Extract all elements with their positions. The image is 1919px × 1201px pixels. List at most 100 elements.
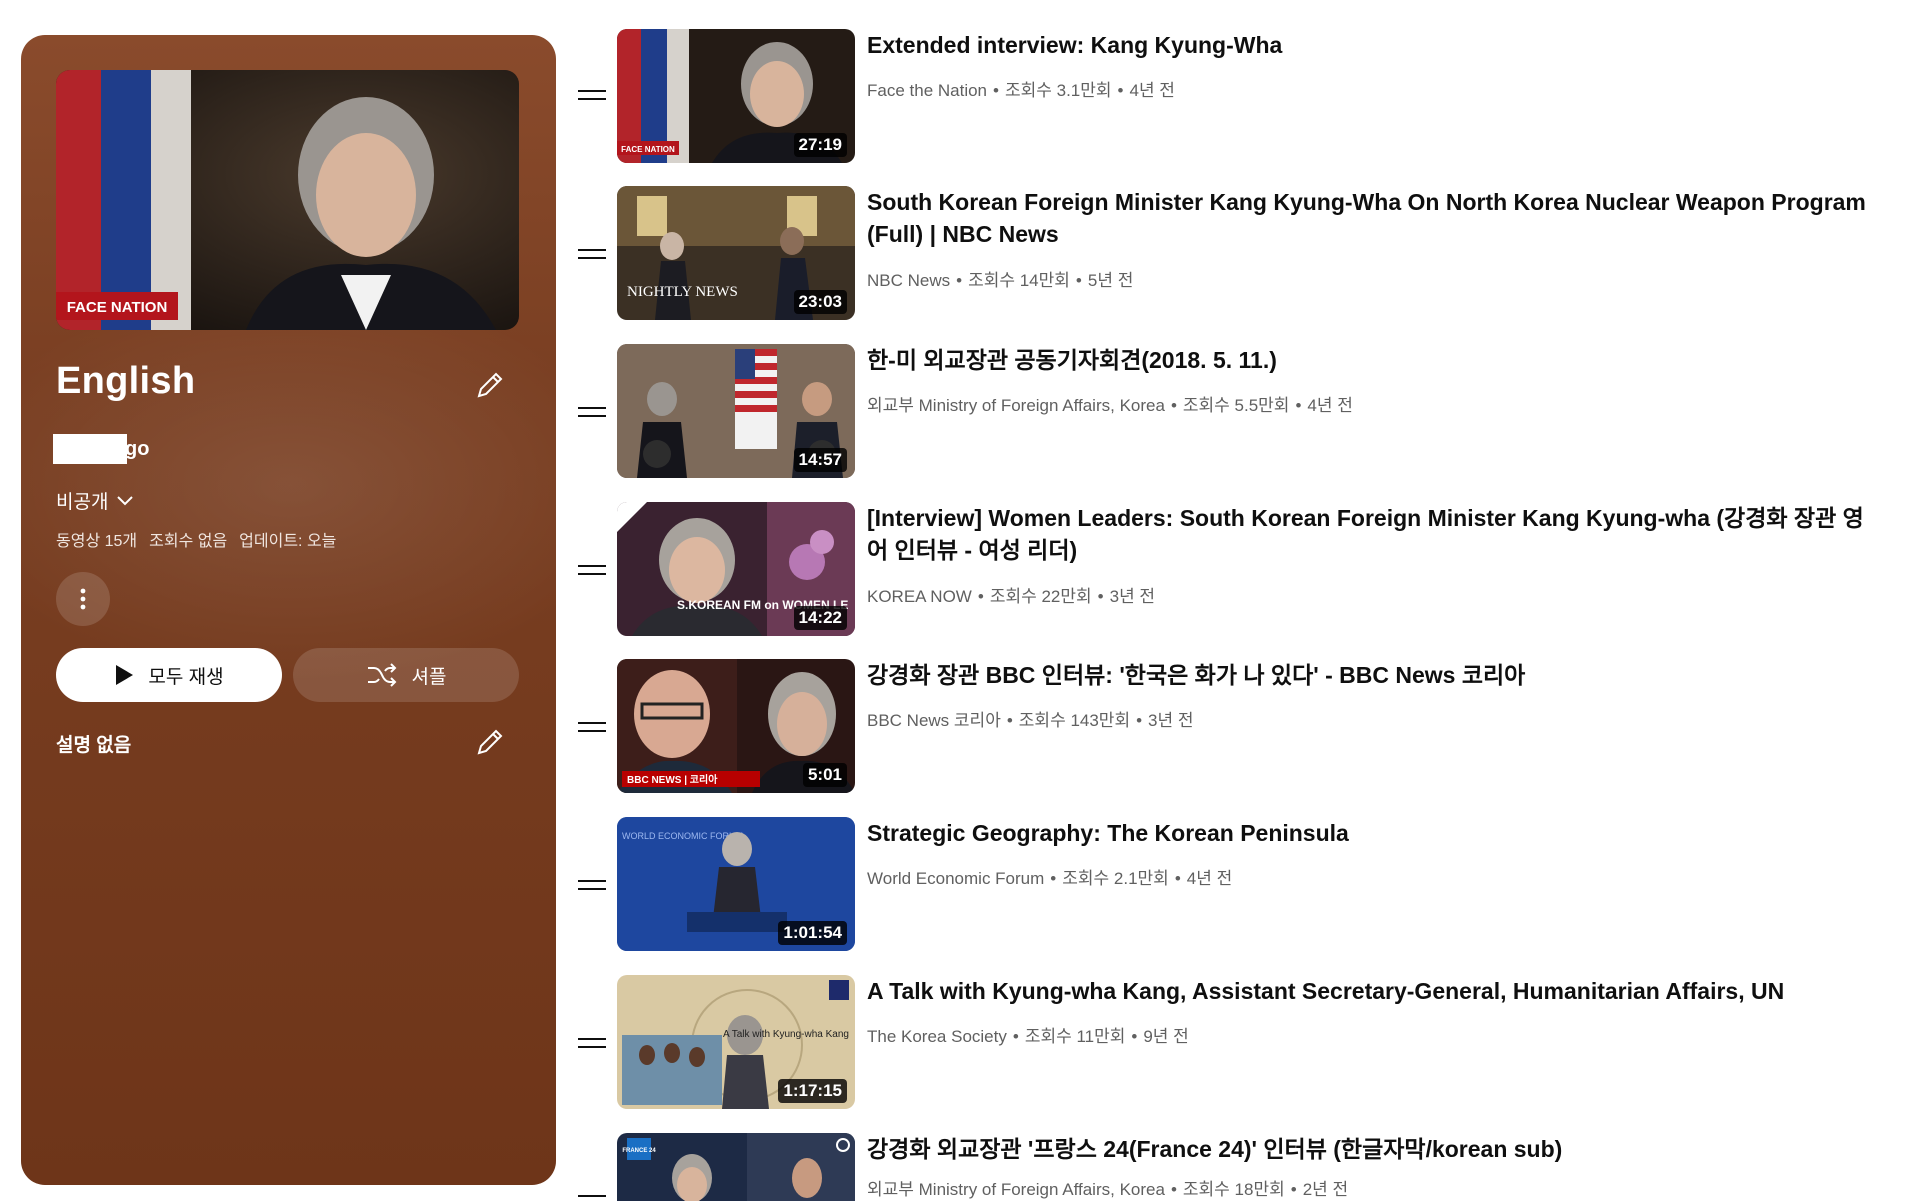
- video-channel[interactable]: Face the Nation: [867, 81, 987, 100]
- video-meta: NBC News • 조회수 14만회 • 5년 전: [867, 271, 1134, 290]
- duration-badge: 14:22: [793, 606, 847, 630]
- video-age: 3년 전: [1109, 587, 1156, 606]
- playlist-video-list: FACE NATION 27:19 Extended interview: Ka…: [570, 0, 1919, 1201]
- privacy-label: 비공개: [56, 492, 109, 513]
- video-meta: The Korea Society • 조회수 11만회 • 9년 전: [867, 1027, 1189, 1046]
- video-views: 조회수 11만회: [1024, 1027, 1126, 1046]
- video-title[interactable]: A Talk with Kyung-wha Kang, Assistant Se…: [867, 975, 1877, 1007]
- stat-video-count: 동영상 15개: [56, 533, 138, 550]
- video-views: 조회수 143만회: [1018, 711, 1131, 730]
- video-meta: Face the Nation • 조회수 3.1만회 • 4년 전: [867, 81, 1175, 100]
- owner-name-suffix: go: [125, 437, 150, 460]
- video-age: 2년 전: [1302, 1180, 1349, 1199]
- thumbnail-badge-text: BBC NEWS | 코리아: [627, 773, 718, 786]
- drag-handle-icon[interactable]: [578, 407, 606, 419]
- drag-handle-icon[interactable]: [578, 565, 606, 577]
- video-age: 3년 전: [1148, 711, 1194, 730]
- drag-handle-icon[interactable]: [578, 1038, 606, 1050]
- video-row[interactable]: BBC NEWS | 코리아 5:01 강경화 장관 BBC 인터뷰: '한국은…: [570, 659, 1919, 801]
- playlist-hero-thumbnail[interactable]: FACE NATION: [56, 70, 519, 330]
- video-meta: 외교부 Ministry of Foreign Affairs, Korea • 조…: [867, 1180, 1349, 1199]
- video-age: 5년 전: [1087, 271, 1134, 290]
- playlist-stats: 동영상 15개 조회수 없음 업데이트: 오늘: [56, 527, 336, 551]
- video-row[interactable]: FACE NATION 27:19 Extended interview: Ka…: [570, 29, 1919, 171]
- thumbnail-image: FRANCE 24: [617, 1133, 855, 1201]
- video-views: 조회수 3.1만회: [1004, 81, 1112, 100]
- video-title[interactable]: South Korean Foreign Minister Kang Kyung…: [867, 186, 1877, 250]
- video-thumbnail[interactable]: S.KOREAN FM on WOMEN LE 14:22: [617, 502, 855, 636]
- video-meta: BBC News 코리아 • 조회수 143만회 • 3년 전: [867, 711, 1194, 730]
- video-channel[interactable]: The Korea Society: [867, 1027, 1007, 1046]
- duration-badge: 27:19: [793, 133, 847, 157]
- video-thumbnail[interactable]: FACE NATION 27:19: [617, 29, 855, 163]
- video-row[interactable]: NIGHTLY NEWS 23:03 South Korean Foreign …: [570, 186, 1919, 328]
- video-meta: 외교부 Ministry of Foreign Affairs, Korea • 조…: [867, 396, 1353, 415]
- playlist-owner[interactable]: go: [53, 433, 149, 465]
- video-title[interactable]: 한-미 외교장관 공동기자회견(2018. 5. 11.): [867, 344, 1877, 376]
- stat-updated: 업데이트: 오늘: [239, 533, 337, 550]
- video-channel[interactable]: KOREA NOW: [867, 587, 972, 606]
- video-meta: KOREA NOW • 조회수 22만회 • 3년 전: [867, 587, 1156, 606]
- thumbnail-badge-text: FACE NATION: [621, 145, 675, 154]
- hero-badge-text: FACE NATION: [67, 299, 168, 316]
- drag-handle-icon[interactable]: [578, 880, 606, 892]
- video-channel[interactable]: 외교부 Ministry of Foreign Affairs, Korea: [867, 1180, 1165, 1199]
- video-age: 9년 전: [1143, 1027, 1189, 1046]
- edit-title-pencil-icon[interactable]: [473, 368, 507, 402]
- video-age: 4년 전: [1129, 81, 1175, 100]
- play-all-button[interactable]: 모두 재생: [56, 648, 282, 702]
- playlist-title: English: [56, 360, 196, 402]
- shuffle-label: 셔플: [411, 666, 447, 688]
- video-row[interactable]: A Talk with Kyung-wha Kang 1:17:15 A Tal…: [570, 975, 1919, 1117]
- privacy-dropdown[interactable]: 비공개: [56, 487, 134, 514]
- video-row[interactable]: S.KOREAN FM on WOMEN LE 14:22 [Interview…: [570, 502, 1919, 644]
- video-thumbnail[interactable]: BBC NEWS | 코리아 5:01: [617, 659, 855, 793]
- video-title[interactable]: [Interview] Women Leaders: South Korean …: [867, 502, 1877, 566]
- thumbnail-badge-text: NIGHTLY NEWS: [627, 284, 738, 300]
- video-title[interactable]: Strategic Geography: The Korean Peninsul…: [867, 817, 1877, 849]
- video-channel[interactable]: 외교부 Ministry of Foreign Affairs, Korea: [867, 396, 1165, 415]
- owner-name-redacted-block: [53, 434, 127, 464]
- video-channel[interactable]: World Economic Forum: [867, 869, 1044, 888]
- chevron-down-icon: [117, 495, 134, 505]
- video-thumbnail[interactable]: WORLD ECONOMIC FORUM 1:01:54: [617, 817, 855, 951]
- video-thumbnail[interactable]: FRANCE 24: [617, 1133, 855, 1201]
- video-title[interactable]: 강경화 외교장관 '프랑스 24(France 24)' 인터뷰 (한글자막/k…: [867, 1133, 1877, 1165]
- video-thumbnail[interactable]: 14:57: [617, 344, 855, 478]
- playlist-header-panel: FACE NATION English go 비공개 동영상 15개 조회수 없…: [21, 35, 556, 1185]
- shuffle-button[interactable]: 셔플: [293, 648, 519, 702]
- thumbnail-badge-text: A Talk with Kyung-wha Kang: [723, 1029, 849, 1040]
- play-icon: [116, 665, 134, 685]
- video-title[interactable]: 강경화 장관 BBC 인터뷰: '한국은 화가 나 있다' - BBC News…: [867, 659, 1877, 691]
- shuffle-icon: [367, 663, 396, 687]
- video-views: 조회수 18만회: [1182, 1180, 1285, 1199]
- stat-views: 조회수 없음: [149, 533, 228, 550]
- playlist-description: 설명 없음: [56, 735, 132, 756]
- duration-badge: 5:01: [802, 763, 847, 787]
- video-row[interactable]: FRANCE 24 강경화 외교장관 '프랑스 24(France 24)' 인…: [570, 1133, 1919, 1201]
- more-actions-button[interactable]: [56, 572, 110, 626]
- video-thumbnail[interactable]: A Talk with Kyung-wha Kang 1:17:15: [617, 975, 855, 1109]
- video-views: 조회수 2.1만회: [1062, 869, 1169, 888]
- play-all-label: 모두 재생: [148, 666, 224, 688]
- video-views: 조회수 14만회: [968, 271, 1070, 290]
- thumbnail-badge-text: FRANCE 24: [622, 1148, 656, 1154]
- video-thumbnail[interactable]: NIGHTLY NEWS 23:03: [617, 186, 855, 320]
- video-row[interactable]: WORLD ECONOMIC FORUM 1:01:54 Strategic G…: [570, 817, 1919, 959]
- drag-handle-icon[interactable]: [578, 722, 606, 734]
- drag-handle-icon[interactable]: [578, 90, 606, 102]
- duration-badge: 14:57: [793, 448, 847, 472]
- video-title[interactable]: Extended interview: Kang Kyung-Wha: [867, 29, 1877, 61]
- drag-handle-icon[interactable]: [578, 1195, 606, 1201]
- video-row[interactable]: 14:57 한-미 외교장관 공동기자회견(2018. 5. 11.) 외교부 …: [570, 344, 1919, 486]
- video-views: 조회수 22만회: [989, 587, 1092, 606]
- duration-badge: 1:01:54: [778, 921, 847, 945]
- edit-description-pencil-icon[interactable]: [473, 725, 507, 759]
- video-views: 조회수 5.5만회: [1182, 396, 1290, 415]
- video-channel[interactable]: NBC News: [867, 271, 950, 290]
- more-vertical-icon: [80, 588, 86, 610]
- video-age: 4년 전: [1186, 869, 1233, 888]
- video-age: 4년 전: [1307, 396, 1353, 415]
- drag-handle-icon[interactable]: [578, 249, 606, 261]
- video-channel[interactable]: BBC News 코리아: [867, 711, 1001, 730]
